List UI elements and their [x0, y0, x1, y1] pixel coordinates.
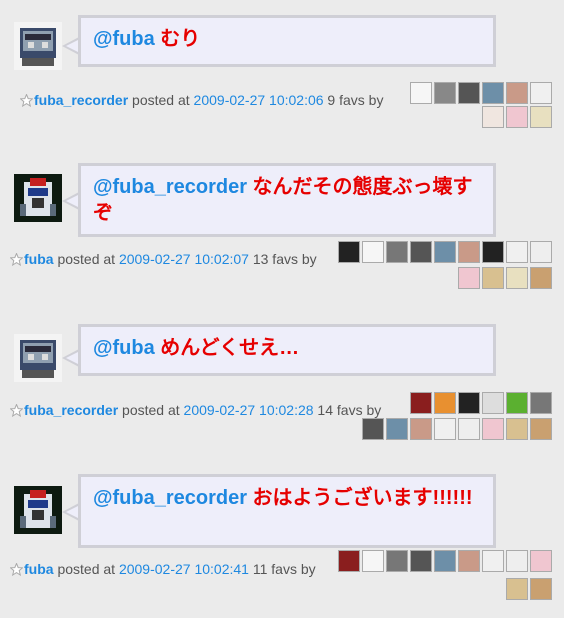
- bubble-tail: [62, 503, 79, 521]
- fav-avatar[interactable]: [530, 106, 552, 128]
- fav-avatar[interactable]: [506, 578, 528, 600]
- posted-at-label: posted at: [118, 402, 184, 418]
- fav-avatar[interactable]: [434, 418, 456, 440]
- favorite-star-icon[interactable]: [10, 404, 23, 417]
- fav-avatar[interactable]: [386, 550, 408, 572]
- fav-avatar[interactable]: [458, 241, 480, 263]
- fav-avatar[interactable]: [482, 550, 504, 572]
- fav-count: 11 favs by: [248, 561, 316, 577]
- fav-avatar[interactable]: [530, 241, 552, 263]
- posted-at-label: posted at: [128, 92, 194, 108]
- favorite-star-icon[interactable]: [20, 94, 33, 107]
- posted-at-label: posted at: [53, 561, 119, 577]
- fav-avatar[interactable]: [410, 418, 432, 440]
- fav-avatar[interactable]: [506, 550, 528, 572]
- fav-count: 13 favs by: [248, 251, 317, 267]
- fav-avatar[interactable]: [530, 82, 552, 104]
- message-text: めんどくせえ…: [154, 337, 300, 359]
- post-meta: fuba_recorder posted at 2009-02-27 10:02…: [10, 402, 381, 418]
- fav-avatar[interactable]: [530, 550, 552, 572]
- message-bubble: @fuba_recorder なんだその態度ぶっ壊すぞ: [78, 163, 496, 237]
- message-bubble: @fuba むり: [78, 15, 496, 67]
- timestamp-link[interactable]: 2009-02-27 10:02:07: [119, 251, 249, 267]
- posted-at-label: posted at: [53, 251, 119, 267]
- user-link[interactable]: fuba_recorder: [24, 402, 118, 418]
- fav-count: 9 favs by: [323, 92, 384, 108]
- message-bubble: @fuba_recorder おはようございます!!!!!!: [78, 474, 496, 548]
- fav-avatar[interactable]: [386, 418, 408, 440]
- timestamp-link[interactable]: 2009-02-27 10:02:28: [184, 402, 314, 418]
- post-meta: fuba_recorder posted at 2009-02-27 10:02…: [20, 92, 383, 108]
- post-meta: fuba posted at 2009-02-27 10:02:41 11 fa…: [10, 561, 316, 577]
- user-link[interactable]: fuba: [24, 561, 54, 577]
- mention-link[interactable]: @fuba: [93, 28, 155, 50]
- fav-avatar[interactable]: [506, 82, 528, 104]
- fav-avatar[interactable]: [410, 241, 432, 263]
- bubble-tail: [62, 37, 79, 55]
- fav-avatar[interactable]: [458, 267, 480, 289]
- bubble-tail: [62, 349, 79, 367]
- avatar[interactable]: [14, 22, 62, 70]
- avatar[interactable]: [14, 486, 62, 534]
- mention-link[interactable]: @fuba_recorder: [93, 487, 247, 509]
- fav-avatar[interactable]: [362, 550, 384, 572]
- fav-avatar[interactable]: [338, 241, 360, 263]
- mention-link[interactable]: @fuba_recorder: [93, 176, 247, 198]
- fav-avatar[interactable]: [338, 550, 360, 572]
- fav-avatar[interactable]: [506, 418, 528, 440]
- fav-avatar[interactable]: [530, 267, 552, 289]
- fav-avatar[interactable]: [410, 392, 432, 414]
- fav-avatar[interactable]: [482, 82, 504, 104]
- message-bubble: @fuba めんどくせえ…: [78, 324, 496, 376]
- fav-avatar[interactable]: [530, 392, 552, 414]
- robot-police-avatar-icon: [14, 174, 62, 222]
- timestamp-link[interactable]: 2009-02-27 10:02:41: [119, 561, 249, 577]
- fav-avatar[interactable]: [434, 82, 456, 104]
- fav-avatar[interactable]: [506, 392, 528, 414]
- fav-avatar[interactable]: [410, 82, 432, 104]
- fav-avatar[interactable]: [458, 82, 480, 104]
- user-link[interactable]: fuba_recorder: [34, 92, 128, 108]
- fav-avatar[interactable]: [482, 267, 504, 289]
- favorite-star-icon[interactable]: [10, 563, 23, 576]
- timestamp-link[interactable]: 2009-02-27 10:02:06: [194, 92, 324, 108]
- fav-avatar[interactable]: [506, 267, 528, 289]
- robot-boombox-avatar-icon: [14, 334, 62, 382]
- fav-avatar[interactable]: [458, 392, 480, 414]
- message-text: むり: [154, 28, 201, 50]
- favorite-star-icon[interactable]: [10, 253, 23, 266]
- fav-avatar[interactable]: [482, 106, 504, 128]
- fav-avatar[interactable]: [530, 418, 552, 440]
- fav-avatar[interactable]: [530, 578, 552, 600]
- message-text: おはようございます!!!!!!: [247, 487, 473, 509]
- fav-avatar[interactable]: [386, 241, 408, 263]
- fav-avatar[interactable]: [506, 241, 528, 263]
- fav-avatar[interactable]: [458, 550, 480, 572]
- avatar[interactable]: [14, 334, 62, 382]
- bubble-tail: [62, 192, 79, 210]
- robot-boombox-avatar-icon: [14, 22, 62, 70]
- fav-count: 14 favs by: [313, 402, 382, 418]
- user-link[interactable]: fuba: [24, 251, 54, 267]
- robot-police-avatar-icon: [14, 486, 62, 534]
- fav-avatar[interactable]: [482, 241, 504, 263]
- fav-avatar[interactable]: [482, 418, 504, 440]
- fav-avatar[interactable]: [362, 241, 384, 263]
- fav-avatar[interactable]: [458, 418, 480, 440]
- mention-link[interactable]: @fuba: [93, 337, 155, 359]
- fav-avatar[interactable]: [434, 241, 456, 263]
- fav-avatar[interactable]: [434, 550, 456, 572]
- fav-avatar[interactable]: [482, 392, 504, 414]
- post-meta: fuba posted at 2009-02-27 10:02:07 13 fa…: [10, 251, 317, 267]
- fav-avatar[interactable]: [410, 550, 432, 572]
- fav-avatar[interactable]: [434, 392, 456, 414]
- fav-avatar[interactable]: [506, 106, 528, 128]
- avatar[interactable]: [14, 174, 62, 222]
- fav-avatar[interactable]: [362, 418, 384, 440]
